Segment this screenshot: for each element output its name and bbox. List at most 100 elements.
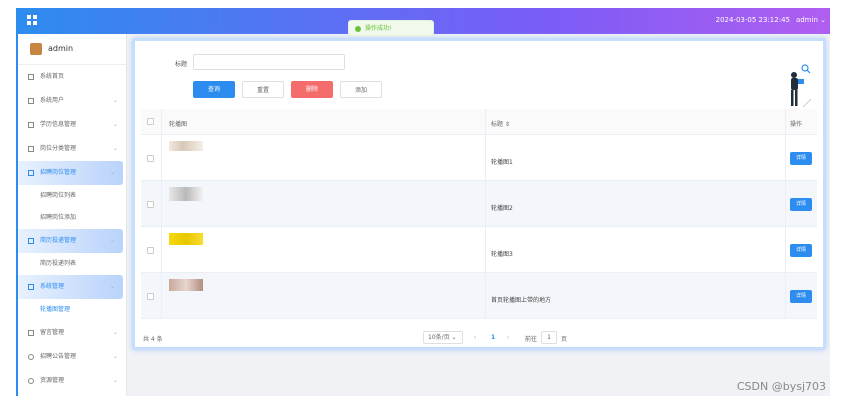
- chevron-down-icon: ⌄: [112, 121, 118, 128]
- sidebar-item-system[interactable]: 系统管理 ⌄: [18, 275, 123, 299]
- message-icon: [28, 330, 34, 336]
- row-checkbox[interactable]: [147, 247, 154, 254]
- row-title: 首页轮播图上带的地方: [491, 297, 552, 304]
- chevron-down-icon: ⌄: [451, 334, 457, 341]
- carousel-thumbnail: [169, 279, 203, 291]
- sidebar-subitem-job-add[interactable]: 招聘岗位添加: [18, 207, 126, 229]
- app-window: 2024-03-05 23:12:45 admin ⌄ 操作成功! admin …: [16, 8, 830, 396]
- main-panel: 标题 查询 重置 删除 添加 轮播图 标题 ⇕ 操作 轮播图1 详情 轮播图2 …: [132, 38, 826, 350]
- sidebar-item-resume[interactable]: 简历投递管理 ⌄: [18, 229, 123, 253]
- row-checkbox[interactable]: [147, 155, 154, 162]
- chevron-down-icon: ⌄: [112, 353, 118, 360]
- search-input[interactable]: [193, 54, 345, 70]
- system-icon: [28, 284, 34, 290]
- carousel-thumbnail: [169, 233, 203, 245]
- reset-button[interactable]: 重置: [242, 81, 284, 98]
- sidebar-item-messages[interactable]: 留言管理 ⌄: [18, 321, 126, 345]
- row-title: 轮播图1: [491, 159, 513, 166]
- table-row: 轮播图2 详情: [141, 181, 817, 227]
- sidebar-item-resources[interactable]: 资源管理 ⌄: [18, 369, 126, 393]
- sidebar-item-label: 简历投递管理: [40, 237, 77, 244]
- user-icon: [28, 98, 34, 104]
- sidebar-item-label: 招聘岗位管理: [40, 169, 77, 176]
- sidebar-item-label: 系统管理: [40, 283, 65, 290]
- table-row: 轮播图3 详情: [141, 227, 817, 273]
- page-unit-label: 页: [561, 336, 568, 343]
- chevron-down-icon: ⌄: [112, 97, 118, 104]
- avatar: [30, 43, 42, 55]
- table-header-row: 轮播图 标题 ⇕ 操作: [141, 109, 817, 135]
- sidebar-item-users[interactable]: 系统用户 ⌄: [18, 89, 126, 113]
- sidebar-item-label: 招聘公告管理: [40, 353, 77, 360]
- header-title[interactable]: 标题 ⇕: [491, 119, 510, 128]
- chevron-up-icon: ⌄: [109, 283, 115, 290]
- page-size-value: 10条/页: [428, 334, 450, 341]
- chevron-up-icon: ⌄: [109, 237, 115, 244]
- toast-text: 操作成功!: [365, 25, 392, 32]
- sidebar-item-home[interactable]: 系统首页: [18, 65, 126, 89]
- sidebar-item-label: 岗位分类管理: [40, 145, 77, 152]
- sidebar-subitem-job-list[interactable]: 招聘岗位列表: [18, 185, 126, 207]
- sidebar-subitem-carousel[interactable]: 轮播图管理: [18, 299, 126, 321]
- doc-icon: [28, 238, 34, 244]
- header-image: 轮播图: [169, 121, 188, 128]
- admin-name: admin: [48, 44, 74, 53]
- next-page-button[interactable]: ›: [507, 334, 509, 341]
- user-menu[interactable]: admin ⌄: [796, 16, 826, 24]
- page-size-select[interactable]: 10条/页 ⌄: [423, 331, 463, 344]
- apps-grid-icon[interactable]: [27, 15, 37, 25]
- detail-button[interactable]: 详情: [790, 290, 812, 303]
- select-all-checkbox[interactable]: [147, 118, 154, 125]
- sidebar-item-label: 学历信息管理: [40, 121, 77, 128]
- carousel-thumbnail: [169, 141, 203, 151]
- sidebar-subitem-resume-list[interactable]: 简历投递列表: [18, 253, 126, 275]
- search-illustration-icon: [791, 64, 812, 108]
- goto-page-input[interactable]: 1: [541, 331, 557, 344]
- current-datetime: 2024-03-05 23:12:45: [715, 16, 790, 24]
- sidebar-item-job-posting[interactable]: 招聘岗位管理 ⌄: [18, 161, 123, 185]
- prev-page-button[interactable]: ‹: [474, 334, 476, 341]
- doc-icon: [28, 170, 34, 176]
- total-count: 共 4 条: [143, 336, 163, 343]
- chevron-down-icon: ⌄: [820, 16, 826, 24]
- sidebar-item-education[interactable]: 学历信息管理 ⌄: [18, 113, 126, 137]
- carousel-table: 轮播图 标题 ⇕ 操作 轮播图1 详情 轮播图2 详情 轮播图3 详情 首页轮播…: [141, 109, 817, 319]
- sidebar-item-job-category[interactable]: 岗位分类管理 ⌄: [18, 137, 126, 161]
- gear-icon: [28, 378, 34, 384]
- doc-icon: [28, 122, 34, 128]
- sidebar-menu: 系统首页 系统用户 ⌄ 学历信息管理 ⌄ 岗位分类管理 ⌄ 招聘岗位管理 ⌄ 招聘岗位列…: [18, 65, 126, 393]
- detail-button[interactable]: 详情: [790, 152, 812, 165]
- user-name: admin: [795, 16, 818, 24]
- query-button[interactable]: 查询: [193, 81, 235, 98]
- chevron-down-icon: ⌄: [112, 145, 118, 152]
- sidebar-item-label: 系统用户: [40, 97, 65, 104]
- check-circle-icon: [355, 26, 361, 32]
- watermark: CSDN @bysj703: [736, 380, 826, 393]
- row-title: 轮播图3: [491, 251, 513, 258]
- page-number-1[interactable]: 1: [491, 334, 495, 341]
- sidebar-item-announcements[interactable]: 招聘公告管理 ⌄: [18, 345, 126, 369]
- success-toast: 操作成功!: [348, 20, 434, 36]
- detail-button[interactable]: 详情: [790, 244, 812, 257]
- clock-icon: [28, 354, 34, 360]
- doc-icon: [28, 146, 34, 152]
- chevron-down-icon: ⌄: [112, 377, 118, 384]
- sidebar-item-label: 系统首页: [40, 73, 65, 80]
- table-row: 首页轮播图上带的地方 详情: [141, 273, 817, 319]
- header-ops: 操作: [790, 121, 803, 128]
- row-checkbox[interactable]: [147, 293, 154, 300]
- goto-label: 前往: [525, 336, 538, 343]
- search-label: 标题: [175, 61, 188, 68]
- add-button[interactable]: 添加: [340, 81, 382, 98]
- row-checkbox[interactable]: [147, 201, 154, 208]
- row-title: 轮播图2: [491, 205, 513, 212]
- delete-button[interactable]: 删除: [291, 81, 333, 98]
- detail-button[interactable]: 详情: [790, 198, 812, 211]
- sidebar-item-label: 资源管理: [40, 377, 65, 384]
- table-row: 轮播图1 详情: [141, 135, 817, 181]
- chevron-down-icon: ⌄: [112, 329, 118, 336]
- pagination: 共 4 条 10条/页 ⌄ ‹ 1 › 前往 1 页: [135, 331, 823, 349]
- sidebar: admin 系统首页 系统用户 ⌄ 学历信息管理 ⌄ 岗位分类管理 ⌄ 招聘岗位管理 ⌄…: [18, 34, 127, 396]
- home-icon: [28, 74, 34, 80]
- admin-profile: admin: [18, 34, 126, 65]
